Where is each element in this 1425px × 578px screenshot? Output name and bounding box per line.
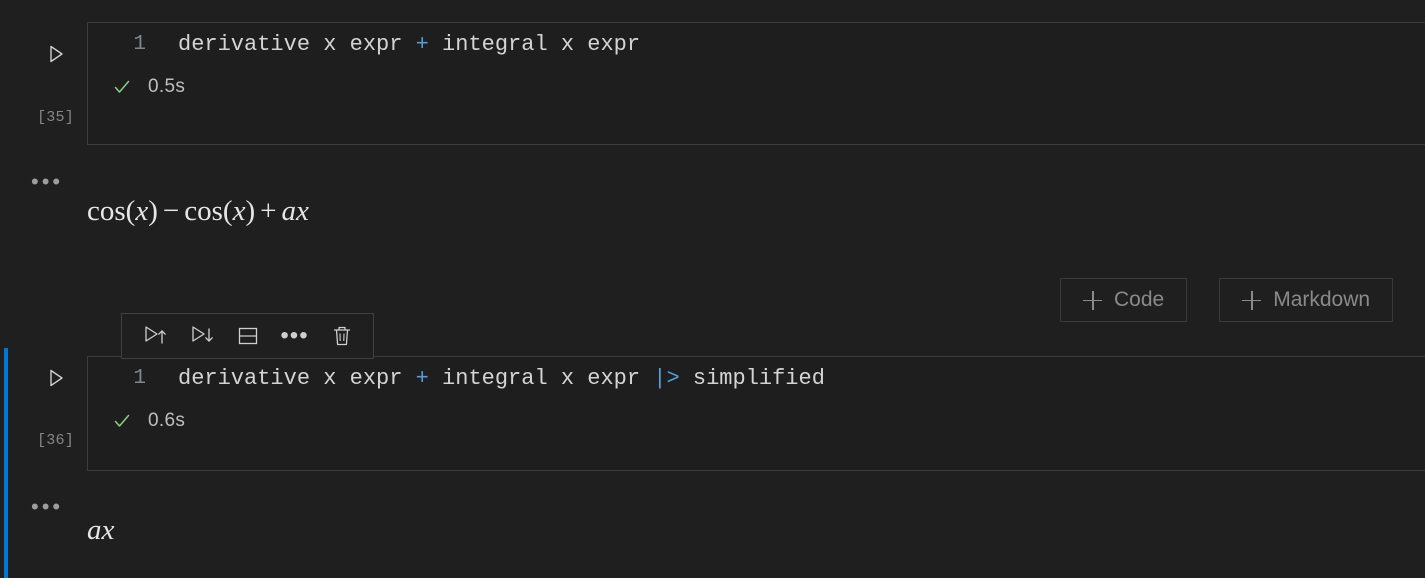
output-collapse-dots[interactable]: ••• [31,496,63,518]
execution-count-label: [35] [37,109,74,126]
math-part-italic: x [232,195,246,227]
split-cell-icon[interactable] [224,316,271,356]
cell-editor-box-36[interactable]: 1 derivative x expr + integral x expr |>… [87,356,1425,471]
output-collapse-dots[interactable]: ••• [31,171,63,193]
delete-cell-icon[interactable] [318,316,365,356]
code-line[interactable]: 1 derivative x expr + integral x expr [88,23,1425,65]
math-part: cos( [87,195,136,227]
math-operator: − [162,195,180,227]
line-number: 1 [133,32,146,56]
run-cell-button[interactable] [42,364,70,392]
plus-icon [1083,290,1102,310]
math-part: cos( [184,195,233,227]
code-token-text-3: simplified [679,365,825,391]
run-cell-button[interactable] [42,40,70,68]
cell-editor-box-35[interactable]: 1 derivative x expr + integral x expr 0.… [87,22,1425,145]
math-output-latex: cos(x) − cos(x) + ax [87,195,309,228]
notebook-cell-35[interactable]: [35] 1 derivative x expr + integral x ex… [0,0,1425,150]
code-content[interactable]: derivative x expr + integral x expr |> s… [146,366,825,391]
plus-icon [1242,290,1262,310]
math-output-latex: ax [87,514,114,547]
math-operator: + [260,195,277,227]
play-triangle-icon [49,369,63,387]
play-triangle-icon [49,45,63,63]
code-content[interactable]: derivative x expr + integral x expr [146,32,640,57]
execution-count-label: [36] [37,432,74,449]
run-below-icon[interactable] [177,316,224,356]
cell-toolbar: ••• [121,313,374,359]
cell-run-gutter-35 [24,40,87,68]
notebook-editor: [35] 1 derivative x expr + integral x ex… [0,0,1425,578]
cell-run-gutter-36 [24,364,87,392]
line-number: 1 [133,366,146,390]
code-token-text: derivative x expr [178,31,416,57]
add-markdown-cell-label: Markdown [1273,288,1371,311]
code-token-operator: + [415,31,429,57]
math-part-italic: ax [281,195,309,227]
insert-cell-buttons: Code Markdown [1060,278,1394,322]
check-icon [112,411,132,431]
math-part: ) [148,195,158,227]
cell-status-row: 0.5s [88,65,1425,109]
add-code-cell-button[interactable]: Code [1060,278,1188,322]
more-actions-icon[interactable]: ••• [271,316,318,356]
execution-time: 0.6s [148,410,186,431]
more-actions-glyph: ••• [280,322,309,349]
code-token-text-2: integral x expr [428,31,641,57]
run-above-icon[interactable] [130,316,177,356]
cell-status-row: 0.6s [88,399,1425,443]
code-token-text-2: integral x expr [428,365,654,391]
check-icon [112,77,132,97]
math-part: ) [245,195,256,227]
code-token-text: derivative x expr [178,365,416,391]
code-token-operator: + [415,365,429,391]
add-markdown-cell-button[interactable]: Markdown [1219,278,1394,322]
code-token-pipe-operator: |> [653,365,680,391]
cell-output-35: ••• cos(x) − cos(x) + ax [0,155,1425,240]
cell-output-36: ••• ax [0,480,1425,560]
math-part-italic: x [135,195,149,227]
math-part-italic: ax [87,514,115,546]
code-line[interactable]: 1 derivative x expr + integral x expr |>… [88,357,1425,399]
execution-time: 0.5s [148,76,186,97]
add-code-cell-label: Code [1114,288,1165,311]
